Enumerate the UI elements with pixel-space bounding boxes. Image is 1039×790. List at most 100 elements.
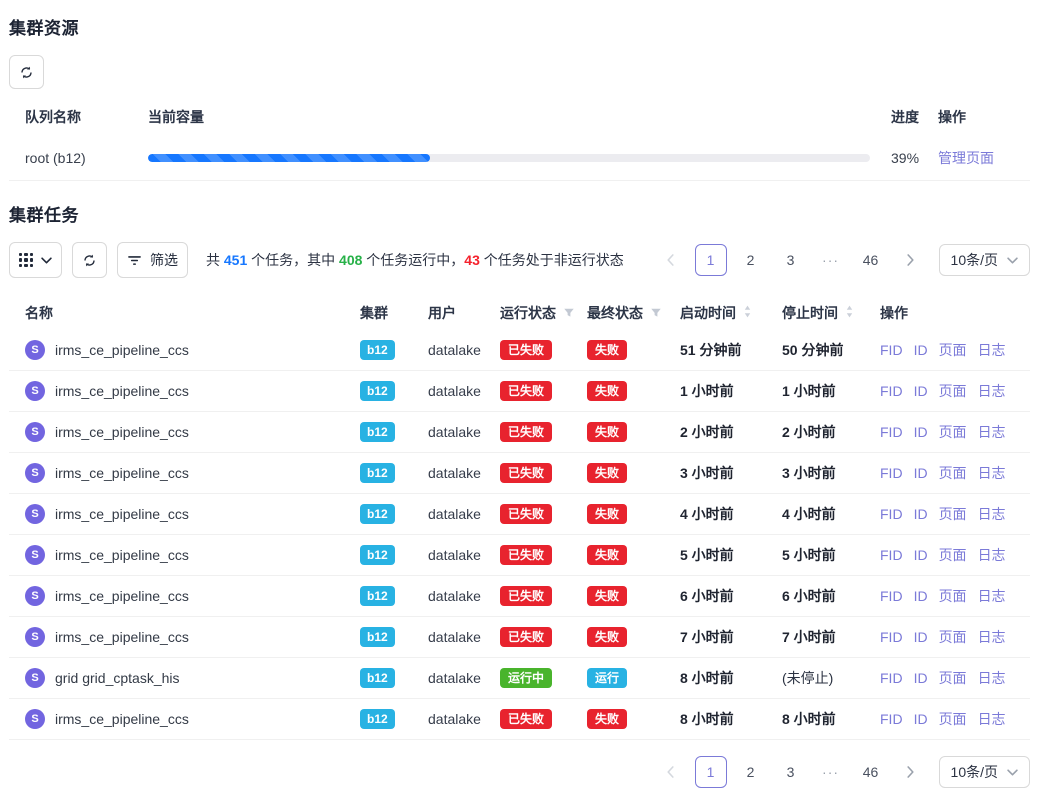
manage-page-link[interactable]: 管理页面 (938, 150, 994, 166)
resources-refresh-button[interactable] (9, 55, 44, 89)
op-link-id[interactable]: ID (914, 342, 928, 358)
table-row: S irms_ce_pipeline_ccs b12 datalake 已失败 … (9, 535, 1030, 576)
avatar-letter: S (31, 385, 38, 397)
op-link-page[interactable]: 页面 (939, 545, 967, 565)
run-status-badge: 运行中 (500, 668, 552, 688)
running-count: 408 (339, 252, 362, 268)
pagination-page-1[interactable]: 1 (695, 756, 727, 788)
op-link-id[interactable]: ID (914, 547, 928, 563)
task-name: irms_ce_pipeline_ccs (55, 547, 189, 563)
pagination-prev-button[interactable] (655, 244, 687, 276)
op-link-fid[interactable]: FID (880, 465, 903, 481)
row-ops: FID ID 页面日志 (880, 545, 1030, 565)
op-link-id[interactable]: ID (914, 711, 928, 727)
pagination-page-46[interactable]: 46 (855, 756, 887, 788)
op-link-page[interactable]: 页面 (939, 668, 967, 688)
table-row: S irms_ce_pipeline_ccs b12 datalake 已失败 … (9, 330, 1030, 371)
pagination-page-2[interactable]: 2 (735, 244, 767, 276)
stop-time: 3 小时前 (782, 463, 880, 483)
row-ops: FID ID 页面日志 (880, 627, 1030, 647)
op-link-log[interactable]: 日志 (978, 586, 1006, 606)
run-status-filter-icon[interactable] (563, 307, 575, 319)
op-link-fid[interactable]: FID (880, 506, 903, 522)
filter-button[interactable]: 筛选 (117, 242, 188, 278)
table-row: S irms_ce_pipeline_ccs b12 datalake 已失败 … (9, 699, 1030, 740)
pagination-page-2[interactable]: 2 (735, 756, 767, 788)
start-time-sort-icon[interactable] (743, 304, 752, 319)
run-status-badge: 已失败 (500, 586, 552, 606)
op-link-log[interactable]: 日志 (978, 504, 1006, 524)
start-time: 4 小时前 (680, 504, 782, 524)
page-size-select[interactable]: 10条/页 (939, 244, 1030, 276)
stop-time: 50 分钟前 (782, 340, 880, 360)
op-link-fid[interactable]: FID (880, 342, 903, 358)
op-link-fid[interactable]: FID (880, 547, 903, 563)
column-progress: 进度 (891, 107, 938, 127)
final-status-badge: 失败 (587, 709, 627, 729)
column-settings-button[interactable] (9, 242, 62, 278)
pagination-page-46[interactable]: 46 (855, 244, 887, 276)
op-link-page[interactable]: 页面 (939, 340, 967, 360)
op-link-id[interactable]: ID (914, 465, 928, 481)
op-link-log[interactable]: 日志 (978, 668, 1006, 688)
progress-percent: 39% (891, 150, 938, 166)
op-link-log[interactable]: 日志 (978, 545, 1006, 565)
stop-time: 4 小时前 (782, 504, 880, 524)
pagination-prev-button[interactable] (655, 756, 687, 788)
op-link-id[interactable]: ID (914, 629, 928, 645)
start-time: 5 小时前 (680, 545, 782, 565)
op-link-id[interactable]: ID (914, 670, 928, 686)
op-link-page[interactable]: 页面 (939, 709, 967, 729)
pagination-next-button[interactable] (895, 244, 927, 276)
op-link-log[interactable]: 日志 (978, 463, 1006, 483)
tasks-table-body: S irms_ce_pipeline_ccs b12 datalake 已失败 … (9, 330, 1030, 740)
page: 集群资源 队列名称 当前容量 进度 操作 root (b12) 39% (0, 0, 1039, 790)
run-status-badge: 已失败 (500, 422, 552, 442)
pagination-page-3[interactable]: 3 (775, 244, 807, 276)
grid-icon (19, 253, 33, 267)
pagination-ellipsis[interactable]: ··· (815, 244, 847, 276)
pagination-page-1[interactable]: 1 (695, 244, 727, 276)
op-link-page[interactable]: 页面 (939, 504, 967, 524)
resources-table-header: 队列名称 当前容量 进度 操作 (9, 99, 1030, 135)
op-link-id[interactable]: ID (914, 588, 928, 604)
op-link-id[interactable]: ID (914, 383, 928, 399)
op-link-id[interactable]: ID (914, 424, 928, 440)
op-link-page[interactable]: 页面 (939, 627, 967, 647)
task-name: irms_ce_pipeline_ccs (55, 383, 189, 399)
op-link-page[interactable]: 页面 (939, 422, 967, 442)
op-link-page[interactable]: 页面 (939, 381, 967, 401)
op-link-fid[interactable]: FID (880, 670, 903, 686)
tasks-refresh-button[interactable] (72, 242, 107, 278)
op-link-log[interactable]: 日志 (978, 709, 1006, 729)
op-link-fid[interactable]: FID (880, 383, 903, 399)
op-link-log[interactable]: 日志 (978, 340, 1006, 360)
op-link-id[interactable]: ID (914, 506, 928, 522)
task-user: datalake (428, 588, 500, 604)
op-link-fid[interactable]: FID (880, 424, 903, 440)
pagination-bottom: 123···46 10条/页 (9, 756, 1030, 788)
cluster-badge: b12 (360, 463, 395, 483)
pagination-ellipsis[interactable]: ··· (815, 756, 847, 788)
op-link-fid[interactable]: FID (880, 629, 903, 645)
start-time: 1 小时前 (680, 381, 782, 401)
stop-time-sort-icon[interactable] (845, 304, 854, 319)
task-name: grid grid_cptask_his (55, 670, 180, 686)
resources-title: 集群资源 (9, 14, 1030, 39)
op-link-fid[interactable]: FID (880, 588, 903, 604)
page-size-select[interactable]: 10条/页 (939, 756, 1030, 788)
pagination-page-3[interactable]: 3 (775, 756, 807, 788)
op-link-log[interactable]: 日志 (978, 627, 1006, 647)
run-status-badge: 已失败 (500, 504, 552, 524)
op-link-log[interactable]: 日志 (978, 381, 1006, 401)
op-link-page[interactable]: 页面 (939, 463, 967, 483)
pagination-next-button[interactable] (895, 756, 927, 788)
final-status-filter-icon[interactable] (650, 307, 662, 319)
stop-time: 8 小时前 (782, 709, 880, 729)
capacity-progressbar-fill (148, 154, 430, 162)
op-link-log[interactable]: 日志 (978, 422, 1006, 442)
avatar-letter: S (31, 467, 38, 479)
column-resources-action: 操作 (938, 107, 1030, 127)
op-link-page[interactable]: 页面 (939, 586, 967, 606)
op-link-fid[interactable]: FID (880, 711, 903, 727)
